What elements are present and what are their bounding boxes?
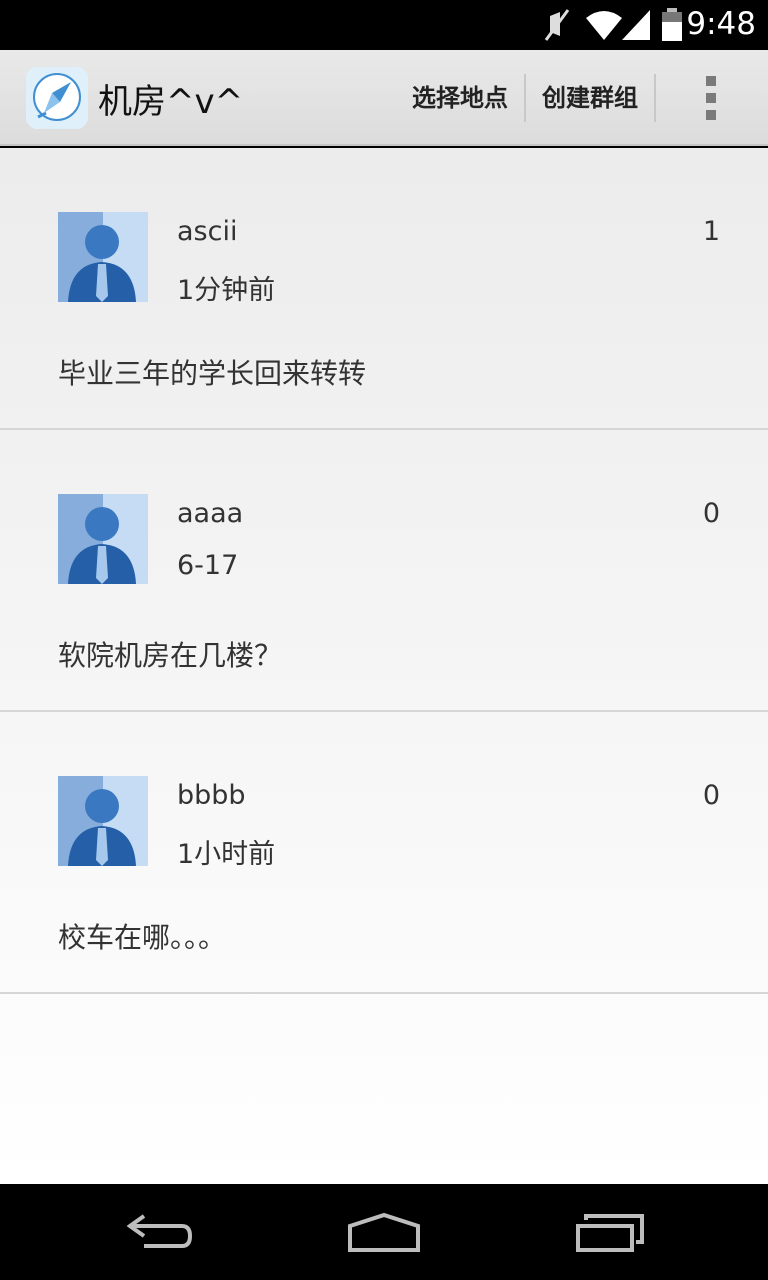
mute-icon: [544, 9, 570, 41]
compass-icon[interactable]: [26, 67, 88, 129]
timestamp: 1分钟前: [177, 275, 276, 306]
timestamp: 1小时前: [177, 839, 276, 870]
app-title: 机房^v^: [98, 82, 244, 122]
action-bar: 机房^v^ 选择地点 创建群组: [0, 50, 768, 146]
avatar[interactable]: [58, 212, 148, 302]
post-message: 软院机房在几楼？: [58, 639, 283, 672]
overflow-menu-icon[interactable]: [704, 76, 718, 120]
post-message: 毕业三年的学长回来转转: [58, 357, 367, 390]
screen: 9:48 机房^v^ 选择地点 创建群组 ascii 1分钟前 1 毕业三年的学…: [0, 0, 768, 1280]
reply-count: 0: [702, 780, 720, 811]
recent-apps-icon[interactable]: [574, 1212, 646, 1254]
divider: [654, 74, 656, 122]
list-item[interactable]: ascii 1分钟前 1 毕业三年的学长回来转转: [0, 148, 768, 430]
navigation-bar: [0, 1184, 768, 1280]
username: bbbb: [177, 780, 246, 811]
timestamp: 6-17: [177, 550, 239, 581]
post-list: ascii 1分钟前 1 毕业三年的学长回来转转 aaaa 6-17 0 软院机…: [0, 148, 768, 1184]
battery-icon: [662, 8, 682, 41]
post-message: 校车在哪。。。: [58, 921, 227, 954]
list-item[interactable]: bbbb 1小时前 0 校车在哪。。。: [0, 712, 768, 994]
status-bar: 9:48: [0, 0, 768, 50]
reply-count: 0: [702, 498, 720, 529]
avatar[interactable]: [58, 776, 148, 866]
create-group-button[interactable]: 创建群组: [542, 78, 638, 113]
home-icon[interactable]: [346, 1212, 422, 1254]
clock: 9:48: [686, 6, 756, 42]
username: ascii: [177, 216, 238, 247]
wifi-icon: [586, 11, 622, 40]
signal-icon: [622, 10, 650, 40]
reply-count: 1: [702, 216, 720, 247]
back-icon[interactable]: [124, 1212, 196, 1252]
select-location-button[interactable]: 选择地点: [412, 78, 508, 113]
avatar[interactable]: [58, 494, 148, 584]
list-item[interactable]: aaaa 6-17 0 软院机房在几楼？: [0, 430, 768, 712]
username: aaaa: [177, 498, 244, 529]
divider: [524, 74, 526, 122]
